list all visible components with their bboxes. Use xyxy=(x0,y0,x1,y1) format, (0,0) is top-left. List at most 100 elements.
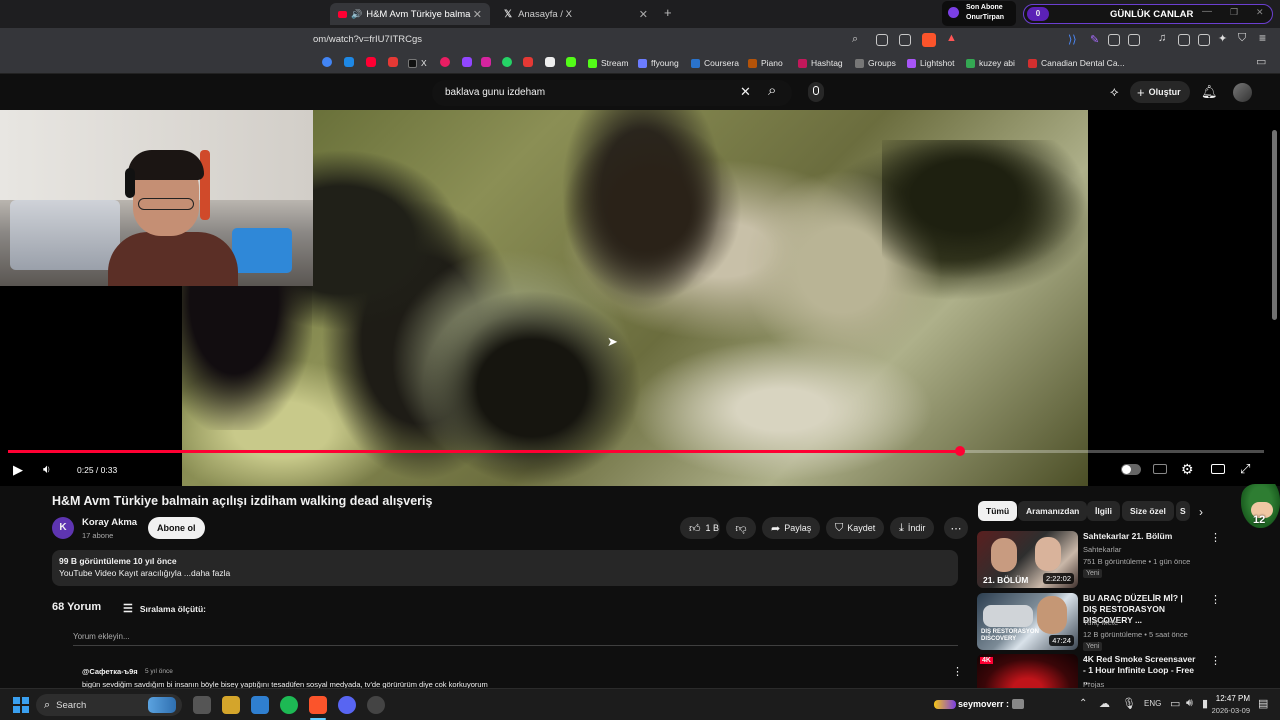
subscribe-button[interactable]: Abone ol xyxy=(148,517,205,539)
microphone-tray-icon[interactable]: 🎙︎ xyxy=(1122,697,1136,710)
progress-scrubber[interactable] xyxy=(954,446,965,456)
bookmark-stream[interactable]: Stream xyxy=(588,56,628,70)
kick-icon[interactable] xyxy=(566,57,576,67)
taskbar-search[interactable]: ⌕ Search xyxy=(36,694,182,716)
thumbnail[interactable]: 4K xyxy=(977,654,1078,688)
thumbnail[interactable]: 21. BÖLÜM 2:22:02 xyxy=(977,531,1078,588)
speaker-tray-icon[interactable]: 🔊︎ xyxy=(1186,697,1193,710)
autoplay-toggle[interactable] xyxy=(1121,464,1141,475)
channel-avatar[interactable]: K xyxy=(52,517,74,539)
tab-youtube[interactable]: 🔊 H&M Avm Türkiye balmain a ✕ xyxy=(330,3,490,25)
store-icon[interactable] xyxy=(251,696,269,714)
recommendation-more-icon[interactable]: ⋮ xyxy=(1210,654,1217,667)
thumbnail[interactable]: DIŞ RESTORASYON DISCOVERY 47:24 xyxy=(977,593,1078,650)
recommendation-item[interactable]: DIŞ RESTORASYON DISCOVERY 47:24 BU ARAÇ … xyxy=(977,593,1221,651)
file-explorer-icon[interactable] xyxy=(222,696,240,714)
chips-next-icon[interactable]: › xyxy=(1199,505,1203,519)
music-icon[interactable]: ♫ xyxy=(1158,32,1166,44)
fullscreen-icon[interactable]: ⤢ xyxy=(1240,461,1250,477)
twitch-icon[interactable] xyxy=(462,57,472,67)
google-icon[interactable] xyxy=(322,57,332,67)
sort-button[interactable]: ☰ Sıralama ölçütü: xyxy=(123,602,206,615)
bookmark-ffyoung[interactable]: ffyoung xyxy=(638,56,679,70)
bookmark-lightshot[interactable]: Lightshot xyxy=(907,56,955,70)
video-player[interactable]: ➤ xyxy=(0,110,1280,486)
settings-gear-icon[interactable]: ⚙ xyxy=(1181,461,1194,478)
create-button[interactable]: + Oluştur xyxy=(1130,81,1190,103)
page-scrollbar[interactable] xyxy=(1272,130,1277,320)
chip-related[interactable]: İlgili xyxy=(1087,501,1120,521)
vpn-icon[interactable]: ⛉ xyxy=(1238,32,1246,45)
cast-tv-icon[interactable]: ⟡ xyxy=(1110,84,1119,100)
clock-date[interactable]: 2026-03-09 xyxy=(1206,706,1250,715)
url-field[interactable]: om/watch?v=frIU7ITRCgs xyxy=(313,34,422,45)
whatsapp-icon[interactable] xyxy=(502,57,512,67)
obs-icon[interactable] xyxy=(367,696,385,714)
play-icon[interactable]: ▶ xyxy=(13,462,23,478)
spotify-icon[interactable] xyxy=(280,696,298,714)
brave-icon[interactable] xyxy=(309,696,327,714)
windows-start-icon[interactable] xyxy=(13,697,29,713)
search-icon[interactable]: ⌕ xyxy=(768,82,776,99)
description-box[interactable]: 99 B görüntüleme 10 yıl önce YouTube Vid… xyxy=(52,550,958,586)
recommendation-item[interactable]: 4K 4K Red Smoke Screensaver - 1 Hour Inf… xyxy=(977,654,1217,688)
bookmark-canadian-dental[interactable]: Canadian Dental Ca... xyxy=(1028,56,1125,70)
minimize-icon[interactable]: — xyxy=(1202,6,1212,17)
maximize-icon[interactable]: ❐ xyxy=(1230,7,1238,18)
more-actions-button[interactable]: ⋯ xyxy=(944,517,968,539)
wallet-icon[interactable] xyxy=(1198,34,1210,46)
channel-name[interactable]: Koray Akma xyxy=(82,517,137,528)
dislike-button[interactable]: 👎︎ xyxy=(726,517,756,539)
close-window-icon[interactable]: ✕ xyxy=(1256,7,1264,18)
captions-icon[interactable] xyxy=(1153,464,1167,474)
gmail-icon[interactable] xyxy=(388,57,398,67)
chip-for-you[interactable]: Size özel xyxy=(1122,501,1174,521)
share-icon[interactable] xyxy=(899,34,911,46)
record-icon[interactable] xyxy=(440,57,450,67)
brave-rewards-icon[interactable]: ▲ xyxy=(946,32,957,44)
tab-x[interactable]: 𝕏 Anasayfa / X ✕ xyxy=(496,3,656,25)
chip-all[interactable]: Tümü xyxy=(978,501,1018,521)
leo-ai-icon[interactable]: ✦ xyxy=(1218,32,1227,45)
tumblr-icon[interactable] xyxy=(523,57,533,67)
tab-close-icon[interactable]: ✕ xyxy=(639,8,648,21)
bookmark-piano[interactable]: Piano xyxy=(748,56,783,70)
search-input[interactable]: baklava gunu izdeham xyxy=(445,87,545,98)
new-tab-button[interactable]: + xyxy=(664,5,672,20)
video-frame[interactable] xyxy=(182,110,1088,486)
notification-center-icon[interactable]: ▤ xyxy=(1258,697,1268,710)
zoom-search-icon[interactable]: ⌕ xyxy=(852,33,858,46)
clear-search-icon[interactable]: ✕ xyxy=(740,84,751,100)
youtube-bookmark-icon[interactable] xyxy=(366,57,376,67)
extensions-icon[interactable] xyxy=(1108,34,1120,46)
save-button[interactable]: ⛉ Kaydet xyxy=(826,517,885,539)
sidebar-icon[interactable] xyxy=(1178,34,1190,46)
translate-icon[interactable]: ⟩⟩ xyxy=(1068,33,1077,46)
bookmark-x[interactable]: X xyxy=(408,56,427,70)
bookmark-groups[interactable]: Groups xyxy=(855,56,896,70)
instagram-icon[interactable] xyxy=(481,57,491,67)
bookmarks-folder-icon[interactable]: ▭ xyxy=(1256,55,1266,68)
recommendation-item[interactable]: 21. BÖLÜM 2:22:02 Sahtekarlar 21. Bölüm … xyxy=(977,531,1221,589)
chip-from-search[interactable]: Aramanızdan xyxy=(1018,501,1088,521)
amazon-icon[interactable] xyxy=(545,57,555,67)
tab-close-icon[interactable]: ✕ xyxy=(473,8,482,21)
bookmark-kuzey-abi[interactable]: kuzey abi xyxy=(966,56,1015,70)
description-text[interactable]: YouTube Video Kayıt aracılığıyla ...daha… xyxy=(59,568,230,578)
add-comment-input[interactable]: Yorum ekleyin... xyxy=(73,632,958,646)
tray-overflow-icon[interactable]: ⌃ xyxy=(1079,698,1087,709)
like-button[interactable]: 👍︎ 1 B xyxy=(680,517,720,539)
search-box[interactable]: baklava gunu izdeham ✕ ⌕ xyxy=(432,80,792,106)
volume-icon[interactable]: 🔉︎ xyxy=(43,462,51,477)
voice-search-button[interactable] xyxy=(808,82,824,102)
download-button[interactable]: ⤓ İndir xyxy=(890,517,935,539)
monitor-icon[interactable]: ▭ xyxy=(1170,697,1180,710)
menu-icon[interactable]: ≡ xyxy=(1259,31,1266,45)
bookmark-hashtag[interactable]: Hashtag xyxy=(798,56,843,70)
screenshot-icon[interactable] xyxy=(1128,34,1140,46)
pen-icon[interactable]: ✎ xyxy=(1090,33,1099,46)
chip-more[interactable]: S xyxy=(1176,501,1190,521)
avatar[interactable] xyxy=(1233,83,1252,102)
brave-shield-icon[interactable] xyxy=(922,33,936,47)
discord-icon[interactable] xyxy=(338,696,356,714)
